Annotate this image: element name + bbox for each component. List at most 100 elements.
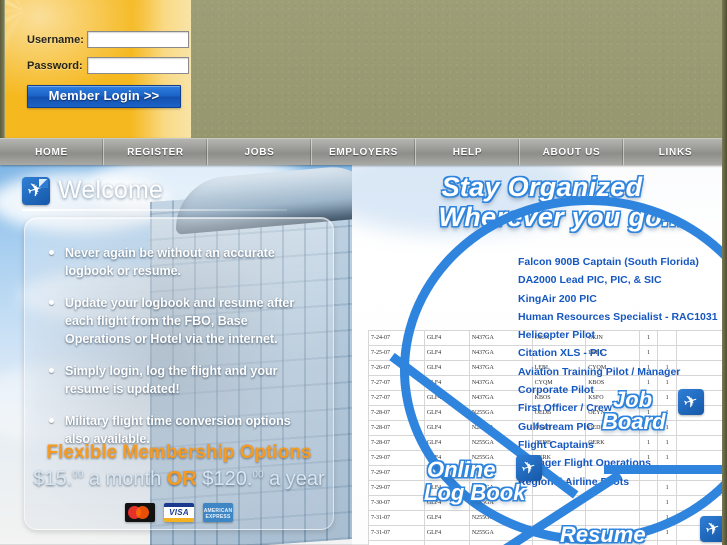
resume-badge: Resume: [560, 522, 646, 545]
job-posting[interactable]: DA2000 Lead PIC, PIC, & SIC: [518, 271, 727, 289]
table-cell: 7-24-07: [368, 330, 425, 346]
table-cell: 7-31-07: [368, 525, 425, 541]
username-input[interactable]: [87, 31, 189, 48]
headline-line-1: Stay Organized: [441, 172, 643, 202]
table-cell: N255GA: [468, 525, 533, 541]
table-cell: 7-29-07: [368, 480, 425, 496]
price-month-amount: $15.: [33, 468, 73, 490]
table-cell: GLF4: [423, 405, 470, 421]
welcome-divider: [22, 209, 287, 211]
username-label: Username:: [27, 33, 84, 46]
table-cell: 1: [657, 495, 677, 511]
amex-icon: AMERICAN EXPRESS: [203, 503, 233, 522]
password-label: Password:: [27, 59, 83, 72]
table-cell: 7-27-07: [368, 375, 425, 391]
job-board-listings: Falcon 900B Captain (South Florida) DA20…: [518, 253, 727, 491]
username-row: Username:: [27, 31, 189, 48]
price-month-unit: a month: [83, 468, 167, 490]
headline-line-2: Wherever you go...: [438, 202, 686, 232]
table-row: 7-31-07 GLF4 N255GA 1: [368, 510, 727, 526]
table-row: 7-30-07 GLF4 N255GA 1: [368, 495, 727, 511]
table-cell: 7-28-07: [368, 420, 425, 436]
job-posting[interactable]: Aviation Training Pilot / Manager: [518, 363, 727, 381]
table-cell: 7-29-07: [368, 450, 425, 466]
table-cell: 7-31-07: [368, 510, 425, 526]
list-item: Simply login, log the flight and your re…: [45, 362, 317, 398]
logbook-badge-logbook: Log Book: [424, 480, 526, 505]
table-cell: 7-28-07: [368, 405, 425, 421]
plane-badge-icon: [516, 455, 542, 481]
job-posting[interactable]: KingAir 200 PIC: [518, 290, 727, 308]
table-row: 7-31-07 GLF4 N255GA 1 1: [368, 525, 727, 541]
member-login-button[interactable]: Member Login >>: [27, 85, 181, 108]
job-posting[interactable]: Manager Flight Operations: [518, 454, 727, 472]
table-cell: 7-27-07: [368, 390, 425, 406]
table-cell: GLF4: [423, 375, 470, 391]
feature-bullet-list: Never again be without an accurate logbo…: [25, 218, 333, 448]
password-input[interactable]: [87, 57, 189, 74]
price-year-unit: a year: [263, 468, 325, 490]
table-cell: [675, 495, 727, 511]
logbook-badge-online: Online: [427, 457, 496, 482]
left-border-edge: [0, 0, 4, 138]
visa-label: VISA: [169, 508, 189, 517]
table-cell: [531, 495, 587, 511]
price-year-amount: $120.: [196, 468, 253, 490]
table-cell: GLF4: [423, 420, 470, 436]
plane-badge-icon: [678, 389, 704, 415]
table-cell: GLF4: [423, 435, 470, 451]
nav-item-jobs[interactable]: JOBS: [208, 139, 312, 165]
table-cell: 7-26-07: [368, 360, 425, 376]
table-cell: GLF4: [423, 390, 470, 406]
table-cell: GLF4: [423, 510, 470, 526]
price-year-cents: 00: [252, 469, 264, 481]
list-item: Never again be without an accurate logbo…: [45, 244, 317, 280]
nav-item-help[interactable]: HELP: [416, 139, 520, 165]
membership-pricing: $15.00 a month OR $120.00 a year: [25, 468, 333, 491]
job-board-badge-board: Board: [602, 409, 666, 434]
visa-icon: VISA: [164, 503, 194, 522]
nav-item-employers[interactable]: EMPLOYERS: [312, 139, 416, 165]
table-cell: N255GA: [468, 510, 533, 526]
nav-item-about-us[interactable]: ABOUT US: [520, 139, 624, 165]
mastercard-icon: [125, 503, 155, 522]
table-cell: 1: [657, 525, 677, 541]
job-posting[interactable]: Falcon 900B Captain (South Florida): [518, 253, 727, 271]
plane-badge-icon: [22, 176, 50, 205]
login-panel: Username: Password: Member Login >>: [5, 0, 191, 138]
welcome-feature-card: Never again be without an accurate logbo…: [24, 217, 334, 530]
table-cell: 7-25-07: [368, 345, 425, 361]
table-cell: GLF4: [423, 330, 470, 346]
right-border-edge: [722, 0, 727, 545]
table-cell: GLF4: [423, 360, 470, 376]
main-navigation: HOME REGISTER JOBS EMPLOYERS HELP ABOUT …: [0, 138, 727, 165]
table-cell: N255GA: [468, 540, 533, 545]
price-month-cents: 00: [72, 469, 84, 481]
job-posting[interactable]: Citation XLS - PIC: [518, 344, 727, 362]
table-cell: GLF4: [423, 345, 470, 361]
nav-item-register[interactable]: REGISTER: [104, 139, 208, 165]
page-root: Username: Password: Member Login >> HOME…: [0, 0, 727, 545]
table-cell: 7-29-07: [368, 465, 425, 481]
membership-heading: Flexible Membership Options: [46, 442, 312, 463]
table-cell: GLF4: [423, 540, 470, 545]
nav-item-home[interactable]: HOME: [0, 139, 104, 165]
table-row: 8-03-07GLF4N255GAHECA11436.26: [368, 540, 727, 545]
table-cell: 8-03-07: [368, 540, 425, 545]
job-posting[interactable]: Regional Airline Pilots: [518, 473, 727, 491]
table-cell: [638, 495, 659, 511]
welcome-title: Welcome: [58, 176, 164, 204]
table-cell: 7-30-07: [368, 495, 425, 511]
table-cell: 1: [657, 540, 677, 545]
nav-item-links[interactable]: LINKS: [624, 139, 727, 165]
price-or: OR: [166, 468, 197, 490]
accepted-cards: VISA AMERICAN EXPRESS: [25, 503, 333, 522]
table-cell: [585, 495, 640, 511]
password-row: Password:: [27, 57, 189, 74]
table-cell: 7-28-07: [368, 435, 425, 451]
job-posting[interactable]: Flight Captains: [518, 436, 727, 454]
list-item: Update your logbook and resume after eac…: [45, 294, 317, 348]
job-posting[interactable]: Helicopter Pilot: [518, 326, 727, 344]
job-posting[interactable]: Human Resources Specialist - RAC1031: [518, 308, 727, 326]
table-cell: 1: [657, 510, 677, 526]
